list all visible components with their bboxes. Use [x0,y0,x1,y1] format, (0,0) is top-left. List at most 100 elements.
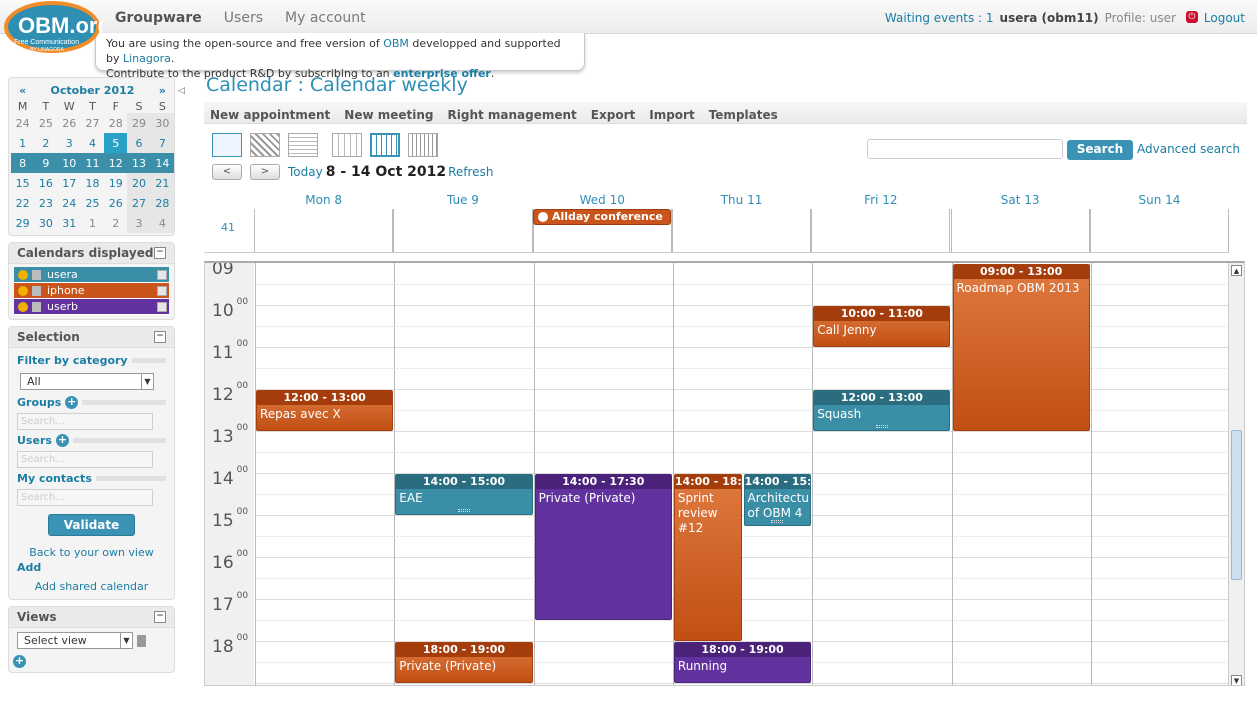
week-view-icon[interactable] [370,133,400,157]
trash-icon[interactable] [137,634,146,647]
mini-calendar-day[interactable]: 20 [127,173,151,193]
allday-cell[interactable] [811,209,951,252]
day-header[interactable]: Sun 14 [1090,193,1229,207]
mini-calendar-day[interactable]: 31 [58,213,81,233]
mini-calendar-day[interactable]: 6 [127,133,151,153]
mini-calendar-day[interactable]: 24 [11,113,34,133]
mini-calendar-day[interactable]: 25 [34,113,57,133]
advanced-search-link[interactable]: Advanced search [1137,142,1240,156]
back-own-view-link[interactable]: Back to your own view [17,546,166,559]
color-picker-icon[interactable] [157,301,167,312]
vertical-scrollbar[interactable]: ▲ ▼ [1228,263,1244,685]
obm-link[interactable]: OBM [383,37,409,50]
mini-calendar-day[interactable]: 18 [81,173,104,193]
calendar-event[interactable]: 14:00 - 15:00 EAE [395,474,533,515]
new-meeting-link[interactable]: New meeting [344,108,433,123]
today-link[interactable]: Today [288,165,323,179]
right-management-link[interactable]: Right management [448,108,577,123]
mini-calendar-day[interactable]: 1 [11,133,34,153]
mini-calendar-day[interactable]: 17 [58,173,81,193]
resize-handle[interactable] [875,425,888,428]
view-select[interactable]: Select view ▼ [17,632,133,649]
groups-search-input[interactable]: Search... [17,413,153,430]
day-view-icon[interactable] [332,133,362,157]
logout-link[interactable]: Logout [1204,11,1245,25]
planning-view-icon[interactable] [250,133,280,157]
color-picker-icon[interactable] [157,269,167,280]
trash-icon[interactable] [32,285,41,296]
mini-calendar-day[interactable]: 29 [11,213,34,233]
mini-calendar-day[interactable]: 12 [104,153,128,173]
day-header[interactable]: Wed 10 [533,193,672,207]
calendar-item-iphone[interactable]: iphone [14,283,169,299]
category-select[interactable]: All ▼ [20,373,154,390]
day-header[interactable]: Mon 8 [254,193,393,207]
agenda-view-icon[interactable] [212,133,242,157]
trash-icon[interactable] [32,269,41,280]
templates-link[interactable]: Templates [709,108,778,123]
mini-calendar-day[interactable]: 1 [81,213,104,233]
day-header[interactable]: Tue 9 [393,193,532,207]
new-appointment-link[interactable]: New appointment [210,108,330,123]
waiting-events-link[interactable]: Waiting events : 1 [885,11,994,25]
mini-calendar-day[interactable]: 21 [150,173,174,193]
collapse-icon[interactable]: − [154,247,166,259]
next-month-button[interactable]: » [151,80,174,100]
mini-calendar-day[interactable]: 30 [34,213,57,233]
mini-calendar-day[interactable]: 2 [104,213,127,233]
mini-calendar-day[interactable]: 2 [34,133,57,153]
month-view-icon[interactable] [408,133,438,157]
calendar-item-usera[interactable]: usera [14,267,169,283]
mini-calendar-day[interactable]: 9 [34,153,58,173]
trash-icon[interactable] [32,301,41,312]
mini-calendar-day[interactable]: 14 [150,153,174,173]
nav-users[interactable]: Users [224,10,263,26]
mini-calendar-day[interactable]: 22 [11,193,34,213]
mini-calendar-day[interactable]: 8 [11,153,35,173]
mini-calendar-day[interactable]: 28 [104,113,127,133]
add-shared-calendar-link[interactable]: Add shared calendar [17,580,166,593]
prev-month-button[interactable]: « [11,80,34,100]
calendar-event[interactable]: 18:00 - 19:00 Private (Private) [395,642,533,683]
add-view-icon[interactable]: + [13,655,26,668]
mini-calendar-day[interactable]: 26 [104,193,127,213]
mini-calendar-day[interactable]: 5 [104,133,128,153]
nav-my-account[interactable]: My account [285,10,366,26]
linagora-link[interactable]: Linagora [123,52,171,65]
day-header[interactable]: Fri 12 [811,193,950,207]
mini-calendar-day[interactable]: 4 [81,133,104,153]
collapse-icon[interactable]: − [154,331,166,343]
mini-calendar-day[interactable]: 29 [127,113,151,133]
mini-calendar-day[interactable]: 16 [34,173,57,193]
calendar-event[interactable]: 10:00 - 11:00 Call Jenny [813,306,951,347]
mini-calendar-day[interactable]: 23 [34,193,57,213]
mini-calendar-day[interactable]: 27 [81,113,104,133]
power-icon[interactable]: ⏻ [1185,11,1198,23]
mini-calendar-day[interactable]: 15 [11,173,34,193]
collapse-sidebar-icon[interactable]: ◁ [178,86,185,96]
scroll-thumb[interactable] [1231,430,1242,580]
resize-handle[interactable] [457,509,470,512]
mini-calendar-day[interactable]: 28 [150,193,174,213]
mini-calendar-day[interactable]: 7 [150,133,174,153]
allday-event[interactable]: Allday conference [533,209,671,225]
allday-cell[interactable] [950,209,1090,252]
mini-calendar-day[interactable]: 11 [80,153,105,173]
day-header[interactable]: Sat 13 [950,193,1089,207]
calendar-event[interactable]: 12:00 - 13:00 Squash [813,390,951,431]
contacts-search-input[interactable]: Search... [17,489,153,506]
mini-calendar-day[interactable]: 13 [127,153,151,173]
calendar-item-userb[interactable]: userb [14,299,169,315]
mini-calendar-day[interactable]: 3 [58,133,81,153]
calendar-event[interactable]: 09:00 - 13:00 Roadmap OBM 2013 [952,264,1090,431]
calendar-event[interactable]: 14:00 - 18:00 Sprint review #12 [673,474,742,641]
calendar-event[interactable]: 18:00 - 19:00 Running [673,642,812,683]
allday-cell[interactable] [671,209,812,252]
users-search-input[interactable]: Search... [17,451,153,468]
add-group-icon[interactable]: + [65,396,79,409]
calendar-event[interactable]: 14:00 - 15:1 Architecture of OBM 4 [743,474,812,526]
calendar-event[interactable]: 12:00 - 13:00 Repas avec X [256,390,394,431]
refresh-link[interactable]: Refresh [448,165,493,179]
list-view-icon[interactable] [288,133,318,157]
search-button[interactable]: Search [1067,140,1133,160]
